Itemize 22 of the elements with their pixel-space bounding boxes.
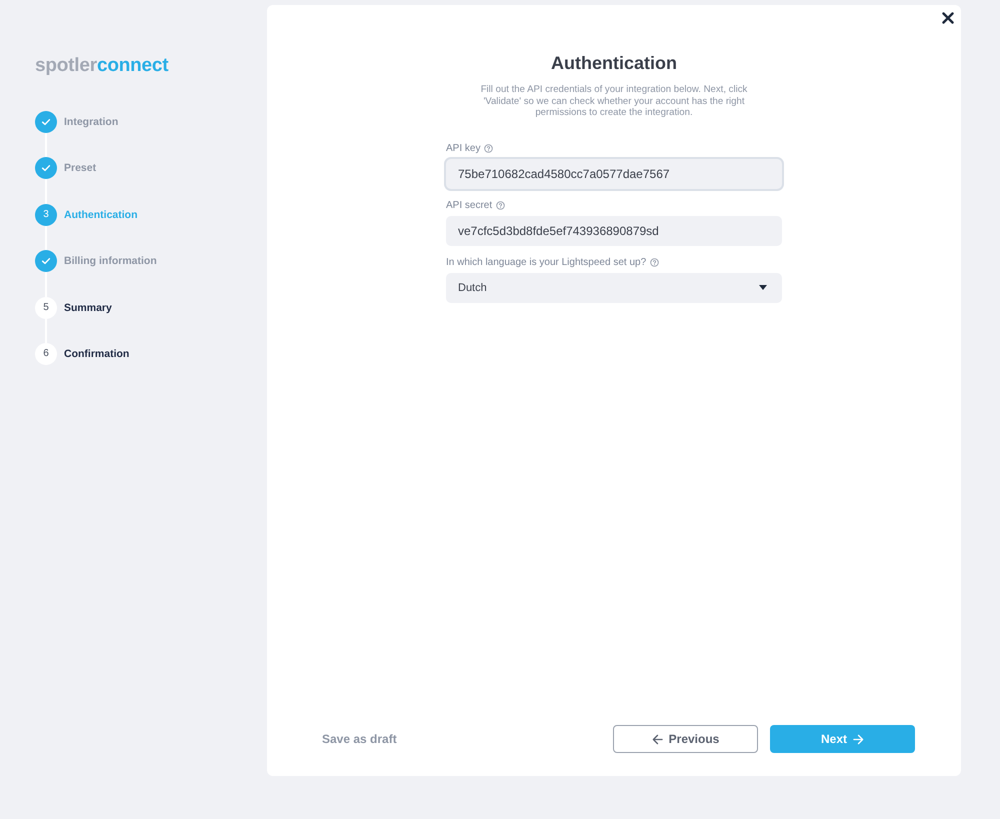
text-input[interactable]: 75be710682cad4580cc7a0577dae7567 — [446, 158, 782, 189]
step-number: 3 — [35, 204, 57, 226]
dialog-title: Authentication — [550, 52, 678, 74]
field-label: In which language is your Lightspeed set up? — [446, 256, 646, 268]
step-label[interactable]: Summary — [64, 302, 112, 314]
language-dropdown[interactable]: Dutch — [446, 272, 782, 303]
help-icon[interactable] — [650, 258, 660, 267]
caret-icon — [759, 285, 767, 290]
field-label: API secret — [446, 200, 492, 211]
previous-button[interactable]: Previous — [613, 725, 758, 753]
step-number: 6 — [35, 342, 57, 365]
arrow-left-icon — [652, 734, 663, 744]
help-icon[interactable] — [484, 144, 494, 153]
arrow-right-icon — [853, 734, 864, 744]
step-number: 5 — [35, 296, 57, 319]
field-label: API key — [446, 142, 480, 154]
text-input[interactable]: ve7cfc5d3bd8fde5ef743936890879sd — [446, 216, 782, 246]
help-icon[interactable] — [496, 200, 506, 210]
close-icon[interactable] — [942, 12, 954, 24]
step-label[interactable]: Confirmation — [64, 348, 130, 360]
dialog-description: Fill out the API credentials of your integration below. Next, click 'Validate' so we can check whether your account has the right permissions to create the integration. — [480, 84, 748, 119]
logo: spotlerconnect — [35, 55, 168, 77]
